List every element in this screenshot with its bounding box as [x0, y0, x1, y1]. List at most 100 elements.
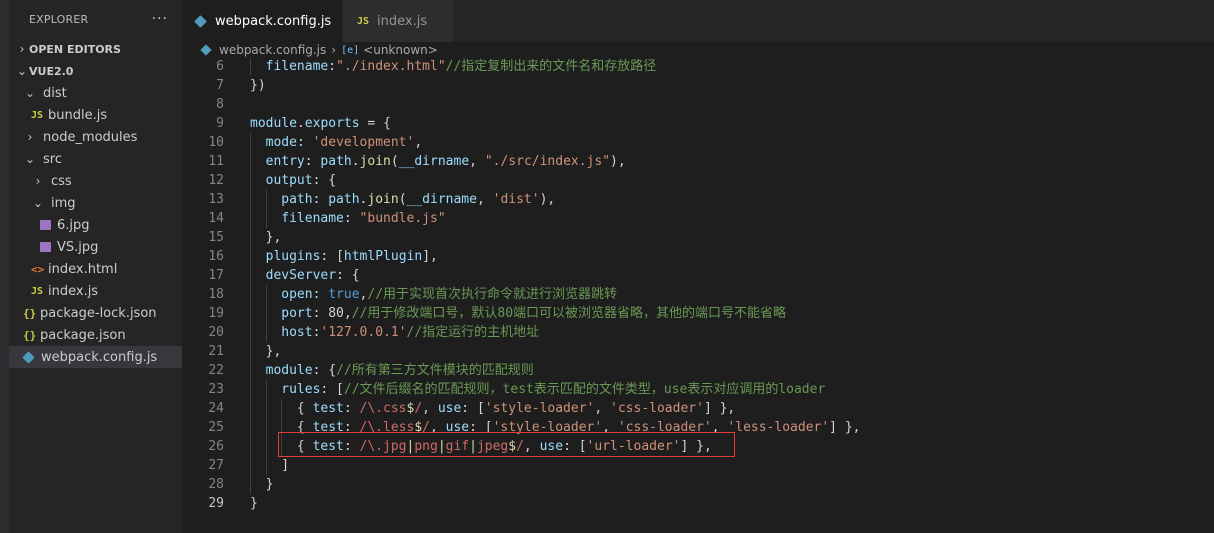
- code-token: //用于实现首次执行命令就进行浏览器跳转: [367, 287, 618, 302]
- tree-item[interactable]: ⌄ src: [9, 148, 182, 170]
- code-token: ,: [594, 401, 611, 416]
- tree-item[interactable]: {} package.json: [9, 324, 182, 346]
- tree-item[interactable]: › node_modules: [9, 126, 182, 148]
- code-line[interactable]: 16 plugins: [htmlPlugin],: [182, 247, 1214, 266]
- tree-item-label: img: [51, 195, 76, 211]
- chevron-right-icon: ›: [35, 174, 41, 188]
- tree-item[interactable]: ⌄ dist: [9, 82, 182, 104]
- line-number: 15: [208, 230, 224, 245]
- chevron-right-icon: ›: [19, 42, 25, 56]
- indent-guide: [265, 285, 267, 304]
- line-number: 9: [216, 116, 224, 131]
- tree-item-label: webpack.config.js: [41, 349, 158, 365]
- code-token: /\.css: [359, 401, 407, 416]
- code-line[interactable]: 27]: [182, 456, 1214, 475]
- code-token: :: [304, 154, 321, 169]
- tree-item[interactable]: ⌄ img: [9, 192, 182, 214]
- indent-guide: [265, 380, 267, 399]
- code-token: : [: [320, 382, 344, 397]
- code-token: ] },: [829, 420, 861, 435]
- code-line[interactable]: 17 devServer: {: [182, 266, 1214, 285]
- tree-item-label: bundle.js: [48, 107, 108, 123]
- code-text: open: true,//用于实现首次执行命令就进行浏览器跳转: [281, 285, 617, 304]
- code-token: join: [367, 192, 399, 207]
- code-line[interactable]: 21},: [182, 342, 1214, 361]
- tree-item[interactable]: {} package-lock.json: [9, 302, 182, 324]
- code-line[interactable]: 6 filename:"./index.html"//指定复制出来的文件名和存放路…: [182, 58, 1214, 76]
- tree-item[interactable]: VS.jpg: [9, 236, 182, 258]
- symbol-variable-icon: [e]: [341, 44, 360, 56]
- line-number: 20: [208, 325, 224, 340]
- code-line[interactable]: 12 output: {: [182, 171, 1214, 190]
- code-line[interactable]: 20 host:'127.0.0.1'//指定运行的主机地址: [182, 323, 1214, 342]
- tree-item[interactable]: 6.jpg: [9, 214, 182, 236]
- code-token: : {: [312, 173, 337, 188]
- line-number: 6: [216, 59, 224, 74]
- indent-guide: [265, 399, 267, 418]
- code-line[interactable]: 13 path: path.join(__dirname, 'dist'),: [182, 190, 1214, 209]
- code-line[interactable]: 24 { test: /\.css$/, use: ['style-loader'…: [182, 399, 1214, 418]
- indent-guide: [250, 285, 251, 304]
- code-token: htmlPlugin: [343, 249, 423, 264]
- code-line[interactable]: 14 filename: "bundle.js": [182, 209, 1214, 228]
- code-token: mode: [265, 135, 297, 150]
- code-token: /: [414, 401, 423, 416]
- code-line[interactable]: 9 module.exports = {: [182, 114, 1214, 133]
- indent-guide: [250, 342, 251, 361]
- tree-item[interactable]: JS bundle.js: [9, 104, 182, 126]
- code-line[interactable]: 22 module: {//所有第三方文件模块的匹配规则: [182, 361, 1214, 380]
- tree-item-label: VS.jpg: [57, 239, 99, 255]
- code-token: (: [390, 154, 399, 169]
- code-token: //用于修改端口号，默认80端口可以被浏览器省略，其他的端口号不能省略: [351, 306, 787, 321]
- js-file-icon: JS: [357, 15, 370, 27]
- tree-item[interactable]: <> index.html: [9, 258, 182, 280]
- code-line[interactable]: 28}: [182, 475, 1214, 494]
- code-token: 'development': [312, 135, 415, 150]
- tree-item[interactable]: JS index.js: [9, 280, 182, 302]
- code-line[interactable]: 23 rules: [//文件后缀名的匹配规则，test表示匹配的文件类型，use…: [182, 380, 1214, 399]
- more-actions-icon[interactable]: ···: [152, 11, 168, 27]
- line-number: 11: [208, 154, 224, 169]
- tab-webpack-config[interactable]: webpack.config.js: [182, 0, 342, 42]
- code-text: path: path.join(__dirname, 'dist'),: [281, 190, 555, 209]
- code-token: join: [359, 154, 391, 169]
- code-editor[interactable]: 6 filename:"./index.html"//指定复制出来的文件名和存放路…: [182, 58, 1214, 533]
- code-token: ,: [414, 135, 423, 150]
- code-line[interactable]: 18 open: true,//用于实现首次执行命令就进行浏览器跳转: [182, 285, 1214, 304]
- code-token: ,: [469, 154, 485, 169]
- tree-item-label: package.json: [40, 327, 126, 343]
- code-token: host: [281, 325, 313, 340]
- breadcrumb-symbol[interactable]: <unknown>: [363, 43, 438, 57]
- code-line[interactable]: 8: [182, 95, 1214, 114]
- open-editors-section[interactable]: › OPEN EDITORS: [9, 38, 182, 60]
- breadcrumb-file[interactable]: webpack.config.js: [219, 43, 326, 57]
- code-line[interactable]: 15},: [182, 228, 1214, 247]
- code-token: .: [296, 116, 305, 131]
- code-line[interactable]: 7}): [182, 76, 1214, 95]
- code-line[interactable]: 29}: [182, 494, 1214, 513]
- code-line[interactable]: 11 entry: path.join(__dirname, "./src/ind…: [182, 152, 1214, 171]
- webpack-file-icon: [194, 14, 207, 28]
- indent-guide: [250, 323, 251, 342]
- code-token: 80: [328, 306, 344, 321]
- tree-item[interactable]: › css: [9, 170, 182, 192]
- tree-item[interactable]: webpack.config.js: [9, 346, 182, 368]
- line-number: 24: [208, 401, 224, 416]
- code-token: }: [250, 496, 258, 511]
- tab-index-js[interactable]: JS index.js: [343, 0, 453, 42]
- code-text: },: [266, 228, 282, 247]
- indent-guide: [250, 266, 251, 285]
- project-section[interactable]: ⌄ VUE2.0: [9, 60, 182, 82]
- indent-guide: [265, 304, 267, 323]
- code-line[interactable]: 10 mode: 'development',: [182, 133, 1214, 152]
- code-text: }: [250, 494, 258, 513]
- tree-item-label: src: [43, 151, 62, 167]
- code-line[interactable]: 19 port: 80,//用于修改端口号，默认80端口可以被浏览器省略，其他的端…: [182, 304, 1214, 323]
- code-token: : {: [312, 363, 337, 378]
- line-number: 22: [208, 363, 224, 378]
- code-text: devServer: {: [266, 266, 360, 285]
- indent-guide: [250, 171, 251, 190]
- line-number: 7: [216, 78, 224, 93]
- code-token: = {: [359, 116, 391, 131]
- line-number: 18: [208, 287, 224, 302]
